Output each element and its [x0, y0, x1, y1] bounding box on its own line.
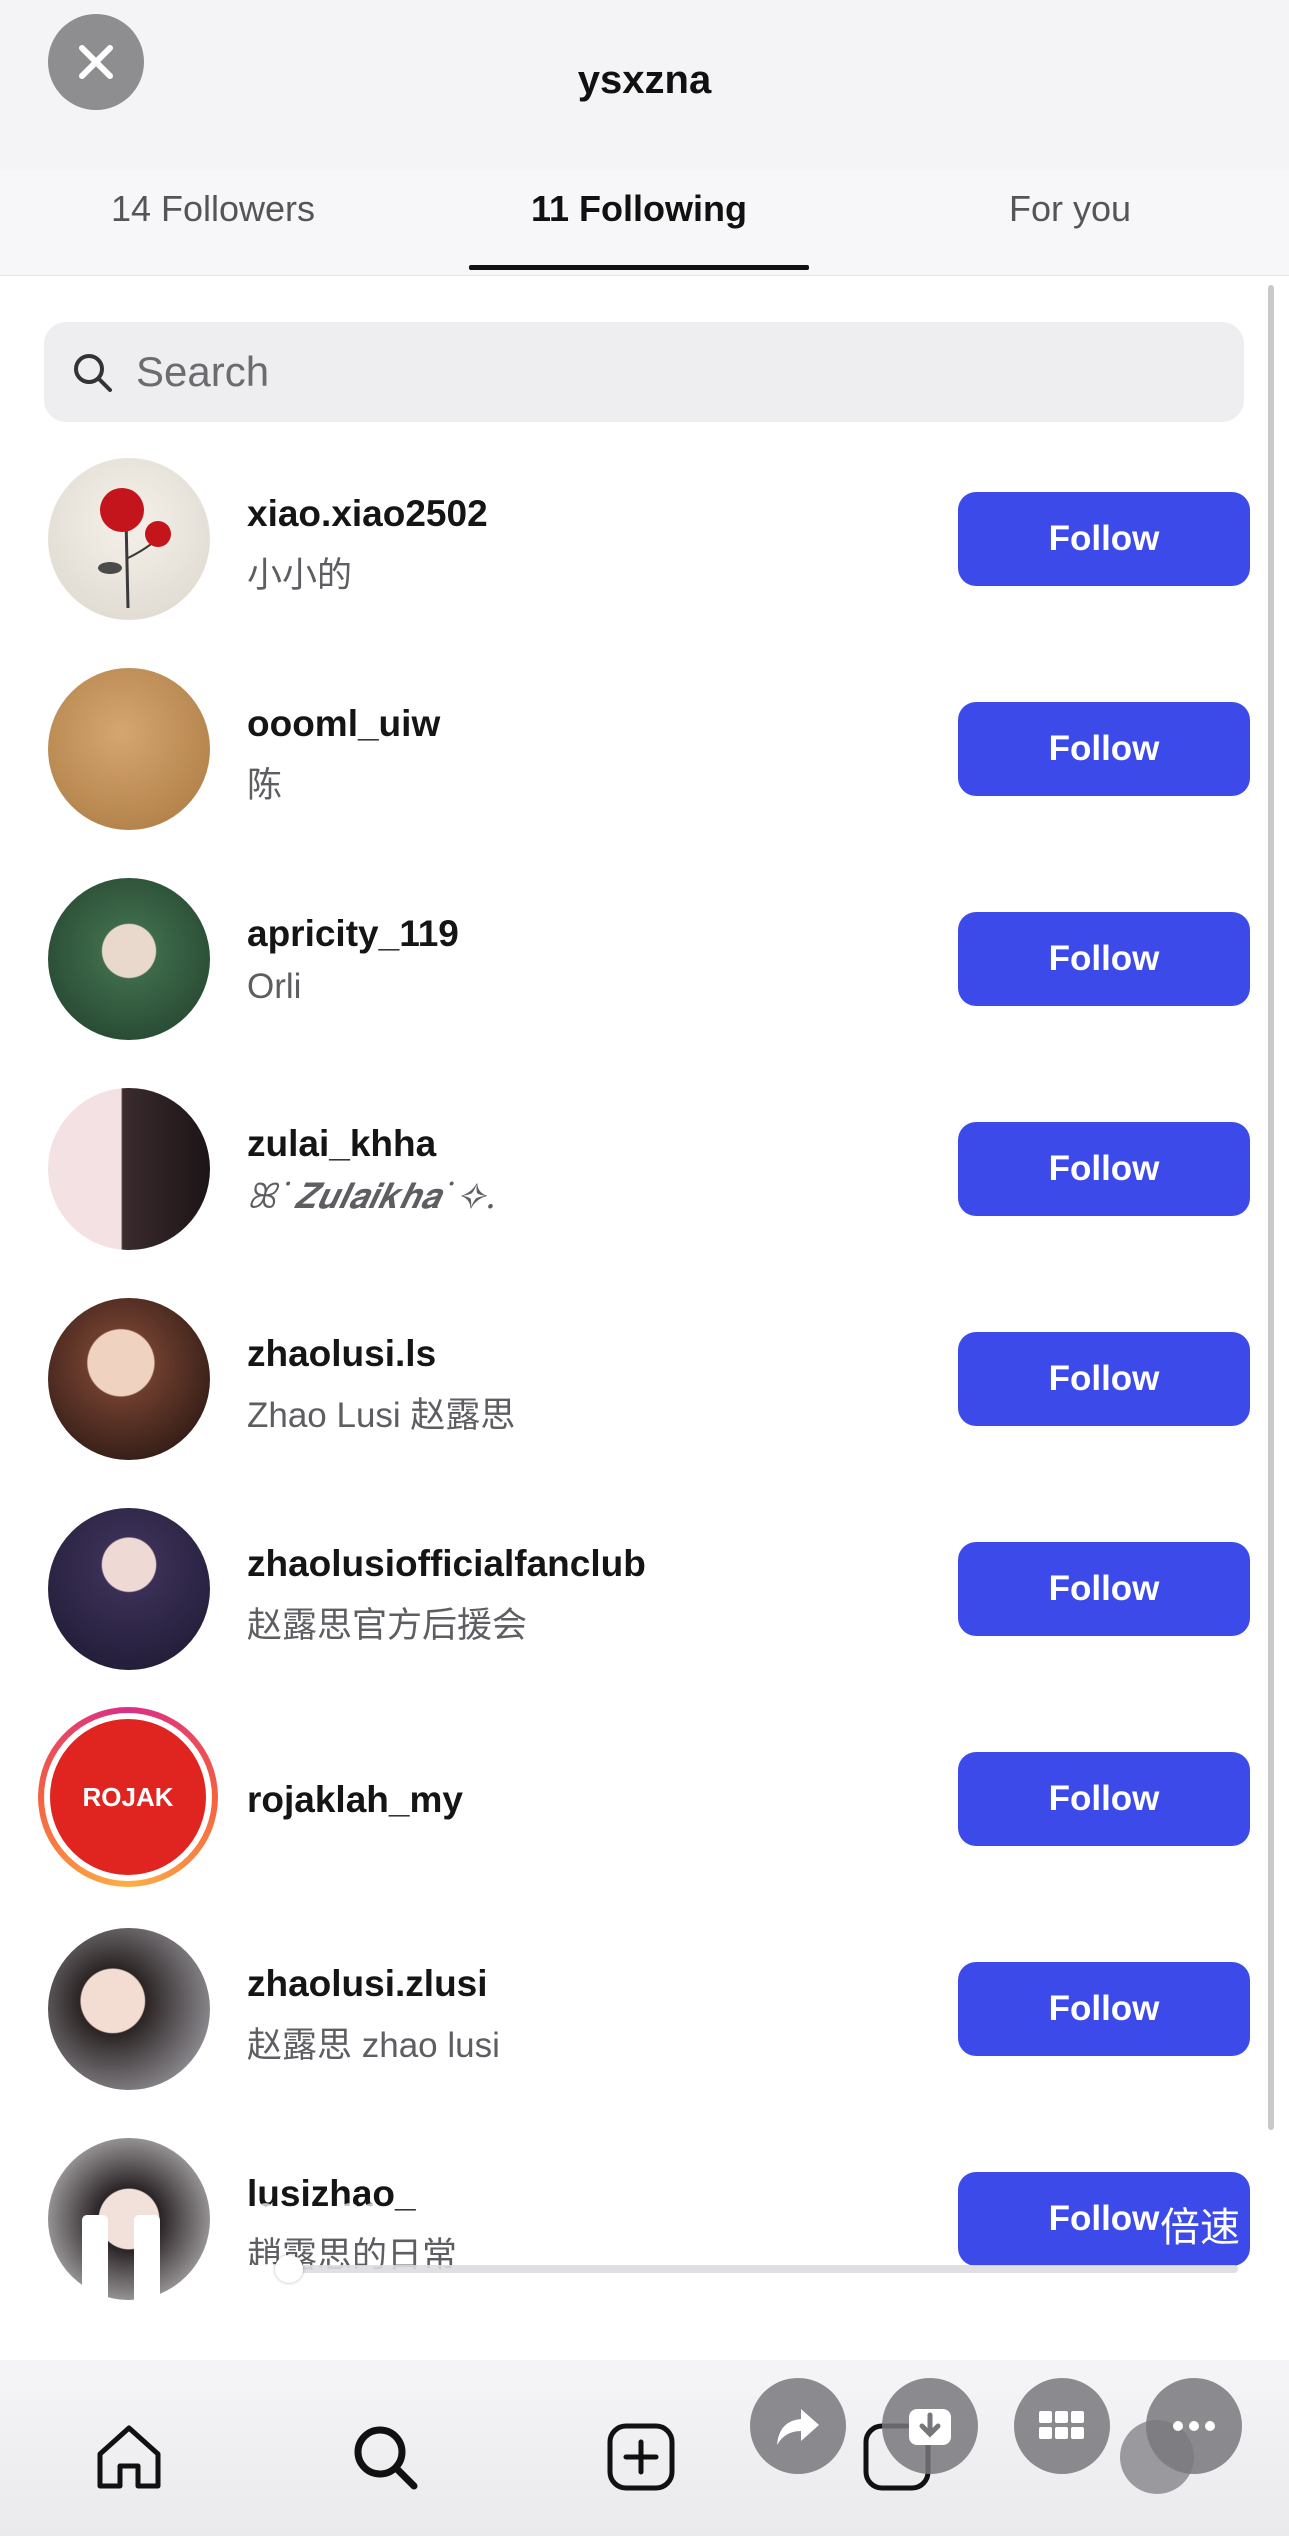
avatar[interactable] [48, 878, 210, 1040]
tab-for-you[interactable]: For you [920, 188, 1220, 230]
avatar[interactable] [48, 1928, 210, 2090]
avatar[interactable] [48, 668, 210, 830]
share-icon [777, 2409, 819, 2445]
list-item: zhaolusiofficialfanclub 赵露思官方后援会 Follow [0, 1505, 1289, 1715]
avatar[interactable] [48, 1298, 210, 1460]
tab-bar: 14 Followers 11 Following For you [0, 170, 1289, 276]
follow-button[interactable]: Follow [958, 1542, 1250, 1636]
list-item: xiao.xiao2502 小小的 Follow [0, 455, 1289, 665]
follow-button[interactable]: Follow [958, 912, 1250, 1006]
avatar[interactable] [48, 1088, 210, 1250]
scrollbar[interactable] [1268, 285, 1274, 2130]
rojak-logo: ROJAK [50, 1719, 206, 1875]
more-icon [1173, 2421, 1215, 2431]
search-placeholder: Search [136, 348, 270, 395]
list-item: zulai_khha ꕤ˙𝒁𝒖𝒍𝒂𝒊𝒌𝒉𝒂˙✧. Follow [0, 1085, 1289, 1295]
full-name: 赵露思官方后援会 [247, 1606, 528, 1645]
page-title: ysxzna [577, 58, 712, 102]
username[interactable]: oooml_uiw [247, 703, 440, 745]
username[interactable]: zhaolusi.zlusi [247, 1963, 488, 2005]
pause-icon [82, 2215, 108, 2307]
username[interactable]: xiao.xiao2502 [247, 493, 488, 535]
tab-following[interactable]: 11 Following [469, 188, 809, 230]
pause-button[interactable] [82, 2215, 172, 2307]
follow-button[interactable]: Follow [958, 702, 1250, 796]
username[interactable]: rojaklah_my [247, 1779, 463, 1821]
progress-knob[interactable] [274, 2255, 303, 2283]
create-icon[interactable] [604, 2420, 678, 2494]
follow-button[interactable]: Follow [958, 1122, 1250, 1216]
list-item: lusizhao_ 趙露思的日常 Follow [0, 2135, 1289, 2345]
avatar[interactable] [48, 1508, 210, 1670]
download-icon [909, 2409, 951, 2445]
avatar[interactable] [48, 458, 210, 620]
home-icon[interactable] [92, 2420, 166, 2494]
full-name: 陈 [247, 766, 283, 805]
full-name: 赵露思 zhao lusi [247, 2026, 500, 2065]
list-item: zhaolusi.zlusi 赵露思 zhao lusi Follow [0, 1925, 1289, 2135]
full-name: 小小的 [247, 556, 353, 595]
grid-button[interactable] [1014, 2378, 1110, 2474]
full-name: ꕤ˙𝒁𝒖𝒍𝒂𝒊𝒌𝒉𝒂˙✧. [247, 1177, 496, 1217]
tab-followers[interactable]: 14 Followers [48, 188, 378, 230]
avatar-story-ring[interactable]: ROJAK [38, 1707, 218, 1887]
full-name: Orli [247, 967, 302, 1006]
search-icon [74, 354, 112, 392]
grid-icon [1039, 2411, 1084, 2439]
username[interactable]: zulai_khha [247, 1123, 436, 1165]
full-name: Zhao Lusi 赵露思 [247, 1396, 516, 1435]
username[interactable]: zhaolusi.ls [247, 1333, 436, 1375]
active-tab-indicator [469, 265, 809, 270]
playback-speed-button[interactable]: 倍速 [1160, 2195, 1240, 2253]
search-icon[interactable] [348, 2420, 422, 2494]
download-button[interactable] [882, 2378, 978, 2474]
list-item: oooml_uiw 陈 Follow [0, 665, 1289, 875]
list-item: zhaolusi.ls Zhao Lusi 赵露思 Follow [0, 1295, 1289, 1505]
follow-button[interactable]: Follow [958, 492, 1250, 586]
share-button[interactable] [750, 2378, 846, 2474]
more-button[interactable] [1146, 2378, 1242, 2474]
username[interactable]: zhaolusiofficialfanclub [247, 1543, 646, 1585]
list-item: ROJAK rojaklah_my Follow [0, 1707, 1289, 1925]
playback-time: 00:…:30 [232, 2196, 384, 2240]
progress-bar[interactable] [228, 2255, 1238, 2283]
follow-button[interactable]: Follow [958, 1752, 1250, 1846]
list-item: apricity_119 Orli Follow [0, 875, 1289, 1085]
rose-image [98, 488, 171, 609]
username[interactable]: apricity_119 [247, 913, 459, 955]
follow-button[interactable]: Follow [958, 1332, 1250, 1426]
search-input[interactable]: Search [44, 322, 1244, 422]
follow-button[interactable]: Follow [958, 1962, 1250, 2056]
